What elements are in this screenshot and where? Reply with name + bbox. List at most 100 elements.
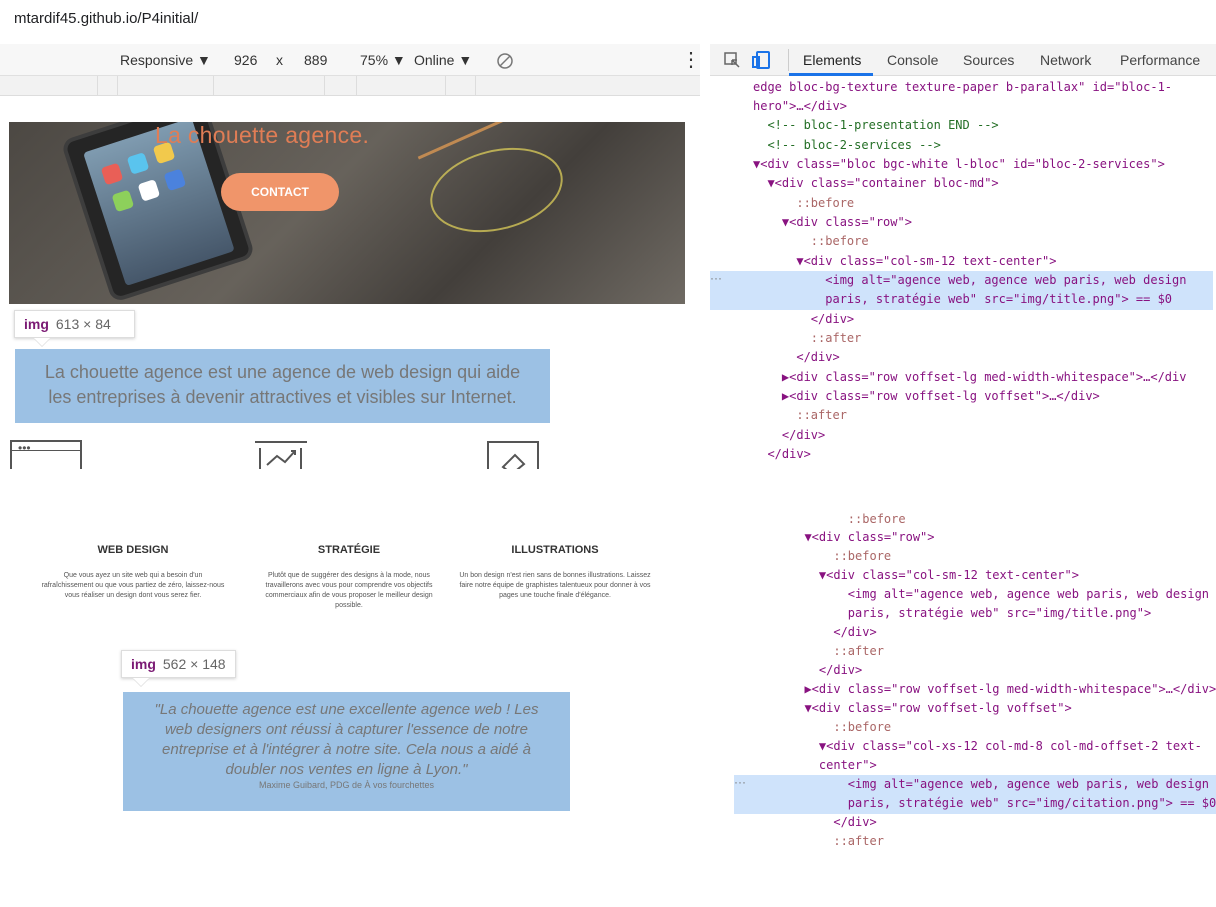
- intro-text-line: La chouette agence est une agence de web…: [44, 362, 521, 382]
- code-line[interactable]: <img alt="agence web, agence web paris, …: [790, 585, 1209, 605]
- code-line[interactable]: center">: [790, 756, 877, 776]
- code-line[interactable]: ▼<div class="row">: [753, 213, 912, 233]
- code-line[interactable]: paris, stratégie web" src="img/title.png…: [790, 604, 1151, 624]
- code-line: ::before: [753, 234, 869, 248]
- inspect-element-icon[interactable]: [724, 52, 741, 69]
- devtools-panel-bottom: ::before ▼<div class="row"> ::before ▼<d…: [734, 512, 1216, 848]
- tooltip-pointer: [34, 338, 50, 346]
- hero-image: La chouette agence. CONTACT: [9, 122, 685, 304]
- phone-image: [60, 122, 256, 304]
- code-line: </div>: [753, 447, 811, 461]
- code-line[interactable]: ▼<div class="col-xs-12 col-md-8 col-md-o…: [790, 737, 1202, 757]
- elements-row-menu-icon[interactable]: ···: [734, 775, 746, 789]
- website-viewport: La chouette agence. CONTACT img 613 × 84 …: [9, 122, 685, 469]
- elements-row-menu-icon[interactable]: ···: [710, 271, 722, 285]
- code-line: </div>: [753, 428, 826, 442]
- code-line: </div>: [790, 625, 877, 639]
- code-line[interactable]: ▼<div class="row voffset-lg voffset">: [790, 699, 1071, 719]
- toolbar-separator: [788, 49, 789, 71]
- code-line: ::after: [790, 644, 884, 658]
- code-line: </div>: [790, 663, 863, 677]
- more-options-icon[interactable]: ⋮: [681, 47, 701, 72]
- responsive-dropdown[interactable]: Responsive ▼: [120, 52, 211, 68]
- service-card: STRATÉGIE Plutôt que de suggérer des des…: [252, 544, 446, 611]
- code-line: ::before: [753, 196, 855, 210]
- code-line: </div>: [753, 350, 840, 364]
- responsive-ruler: [0, 76, 700, 96]
- tab-network[interactable]: Network: [1040, 52, 1091, 68]
- code-line[interactable]: ▶<div class="row voffset-lg med-width-wh…: [753, 368, 1187, 388]
- code-line[interactable]: ▼<div class="row">: [790, 528, 934, 548]
- code-line: ::after: [753, 331, 862, 345]
- service-title: WEB DESIGN: [97, 544, 169, 556]
- tab-sources[interactable]: Sources: [963, 52, 1014, 68]
- tab-console[interactable]: Console: [887, 52, 938, 68]
- service-description: Un bon design n'est rien sans de bonnes …: [459, 572, 651, 599]
- tab-elements[interactable]: Elements: [803, 52, 861, 68]
- web-design-service-icon: •••: [10, 440, 83, 469]
- selected-code-line[interactable]: <img alt="agence web, agence web paris, …: [734, 775, 1216, 795]
- code-line[interactable]: ▼<div class="container bloc-md">: [753, 174, 998, 194]
- intro-text-line: les entreprises à devenir attractives et…: [48, 387, 517, 407]
- code-line[interactable]: ▼<div class="col-sm-12 text-center">: [753, 252, 1056, 272]
- selected-citation-image: "La chouette agence est une excellente a…: [123, 692, 570, 811]
- quote-author: Maxime Guibard, PDG de À vos fourchettes: [258, 780, 435, 790]
- code-line[interactable]: ▼<div class="bloc bgc-white l-bloc" id="…: [753, 155, 1165, 175]
- quote-line: doubler nos ventes en ligne à Lyon.": [225, 761, 468, 778]
- tab-performance[interactable]: Performance: [1120, 52, 1200, 68]
- quote-line: "La chouette agence est une excellente a…: [154, 701, 539, 718]
- code-line[interactable]: ▶<div class="row voffset-lg voffset">…</…: [753, 387, 1100, 407]
- quote-line: entreprise et à l'intégrer à notre site.…: [162, 741, 531, 758]
- tooltip-size: 562 × 148: [162, 656, 226, 672]
- top-devtools-screenshot: Responsive ▼ 926 x 889 75% ▼ Online ▼ ⋮: [0, 44, 1216, 469]
- bottom-devtools-screenshot: WEB DESIGN Que vous ayez un site web qui…: [0, 512, 1216, 848]
- service-title: ILLUSTRATIONS: [511, 544, 599, 556]
- service-description: Que vous ayez un site web qui a besoin d…: [41, 572, 225, 599]
- yellow-sketch-decoration: [421, 134, 572, 246]
- code-line: ::after: [790, 834, 884, 848]
- devtools-panel-top: Elements Console Sources Network Perform…: [710, 44, 1216, 469]
- image-size-tooltip: img 613 × 84: [14, 310, 135, 338]
- code-line: ::before: [790, 549, 892, 563]
- network-dropdown[interactable]: Online ▼: [414, 52, 472, 68]
- strategy-service-icon: [253, 440, 309, 469]
- dimension-separator: x: [276, 52, 283, 68]
- selected-title-image: La chouette agence est une agence de web…: [15, 349, 550, 423]
- service-description: Plutôt que de suggérer des designs à la …: [265, 572, 433, 609]
- device-toolbar: Responsive ▼ 926 x 889 75% ▼ Online ▼ ⋮: [0, 44, 701, 76]
- tooltip-size: 613 × 84: [55, 316, 111, 332]
- code-line: <!-- bloc-1-presentation END -->: [753, 118, 999, 132]
- quote-line: web designers ont réussi à capturer l'es…: [164, 721, 529, 738]
- viewport-height-input[interactable]: 889: [304, 52, 327, 68]
- tooltip-pointer: [133, 678, 149, 686]
- code-line[interactable]: ▼<div class="col-sm-12 text-center">: [790, 566, 1079, 586]
- tooltip-tag-name: img: [131, 656, 156, 672]
- code-line: </div>: [790, 815, 877, 829]
- code-line: </div>: [753, 312, 855, 326]
- website-viewport-bottom: WEB DESIGN Que vous ayez un site web qui…: [0, 522, 714, 833]
- address-bar-url[interactable]: mtardif45.github.io/P4initial/: [14, 10, 198, 27]
- elements-code-top: edge bloc-bg-texture texture-paper b-par…: [710, 78, 1213, 469]
- code-line: edge bloc-bg-texture texture-paper b-par…: [753, 80, 1173, 94]
- code-line: <!-- bloc-2-services -->: [753, 138, 941, 152]
- code-line[interactable]: ▶<div class="row voffset-lg med-width-wh…: [790, 680, 1216, 700]
- selected-code-line[interactable]: paris, stratégie web" src="img/citation.…: [734, 794, 1216, 814]
- viewport-width-input[interactable]: 926: [234, 52, 257, 68]
- service-card: ILLUSTRATIONS Un bon design n'est rien s…: [452, 544, 658, 601]
- service-card: WEB DESIGN Que vous ayez un site web qui…: [37, 544, 229, 601]
- selected-code-line[interactable]: <img alt="agence web, agence web paris, …: [710, 271, 1213, 291]
- selected-code-line[interactable]: paris, stratégie web" src="img/title.png…: [710, 290, 1213, 310]
- code-line: hero">…</div>: [753, 99, 847, 113]
- code-line: ::after: [753, 408, 847, 422]
- device-toolbar-icon[interactable]: [752, 50, 772, 70]
- contact-button[interactable]: CONTACT: [221, 173, 339, 211]
- elements-code-bottom: ::before ▼<div class="row"> ::before ▼<d…: [734, 512, 1216, 848]
- active-tab-indicator: [789, 73, 873, 76]
- code-line: ::before: [790, 720, 892, 734]
- service-title: STRATÉGIE: [317, 544, 381, 556]
- rotate-icon[interactable]: [496, 52, 514, 70]
- zoom-dropdown[interactable]: 75% ▼: [360, 52, 406, 68]
- hero-title: La chouette agence.: [155, 122, 370, 148]
- illustrations-service-icon: [486, 440, 540, 469]
- code-line: ::before: [790, 512, 906, 526]
